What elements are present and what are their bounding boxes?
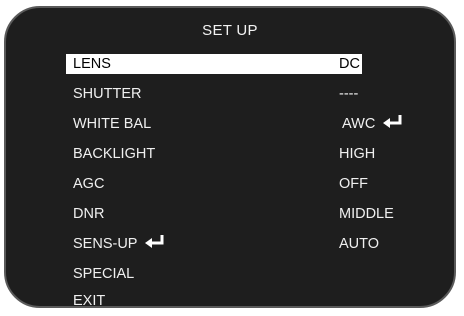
menu-item-value: DC: [339, 56, 360, 72]
menu-item-dnr[interactable]: DNR MIDDLE: [66, 204, 394, 224]
menu-item-special[interactable]: SPECIAL: [66, 264, 362, 284]
menu-item-label: LENS: [73, 56, 111, 72]
menu-item-value: AUTO: [339, 236, 380, 252]
menu-item-label: SPECIAL: [73, 266, 135, 282]
menu-item-label: SHUTTER: [73, 86, 142, 102]
menu-item-label-group: SENS-UP: [73, 235, 166, 253]
osd-menu-panel: SET UP LENS DC SHUTTER ---- WHITE BAL AW…: [4, 6, 456, 311]
menu-item-label: DNR: [73, 206, 105, 222]
menu-item-label: BACKLIGHT: [73, 146, 156, 162]
menu-item-value: HIGH: [339, 146, 376, 162]
menu-item-exit[interactable]: EXIT: [66, 291, 362, 311]
menu-item-value-group: AWC: [342, 115, 404, 133]
menu-item-sens-up[interactable]: SENS-UP AUTO: [66, 234, 379, 254]
enter-arrow-icon[interactable]: [144, 234, 166, 250]
enter-arrow-icon[interactable]: [382, 114, 404, 130]
menu-item-label: WHITE BAL: [73, 116, 152, 132]
menu-item-shutter[interactable]: SHUTTER ----: [66, 84, 362, 104]
menu-item-agc[interactable]: AGC OFF: [66, 174, 368, 194]
menu-title: SET UP: [202, 22, 258, 39]
menu-item-white-bal[interactable]: WHITE BAL AWC: [66, 114, 402, 134]
menu-item-label: EXIT: [73, 293, 106, 309]
menu-item-value: MIDDLE: [339, 206, 394, 222]
menu-item-lens[interactable]: LENS DC: [66, 54, 362, 74]
menu-item-label: AGC: [73, 176, 105, 192]
menu-item-value: ----: [339, 86, 359, 102]
menu-item-value: AWC: [342, 116, 376, 132]
menu-item-label: SENS-UP: [73, 236, 138, 252]
menu-item-backlight[interactable]: BACKLIGHT HIGH: [66, 144, 375, 164]
menu-item-value: OFF: [339, 176, 368, 192]
